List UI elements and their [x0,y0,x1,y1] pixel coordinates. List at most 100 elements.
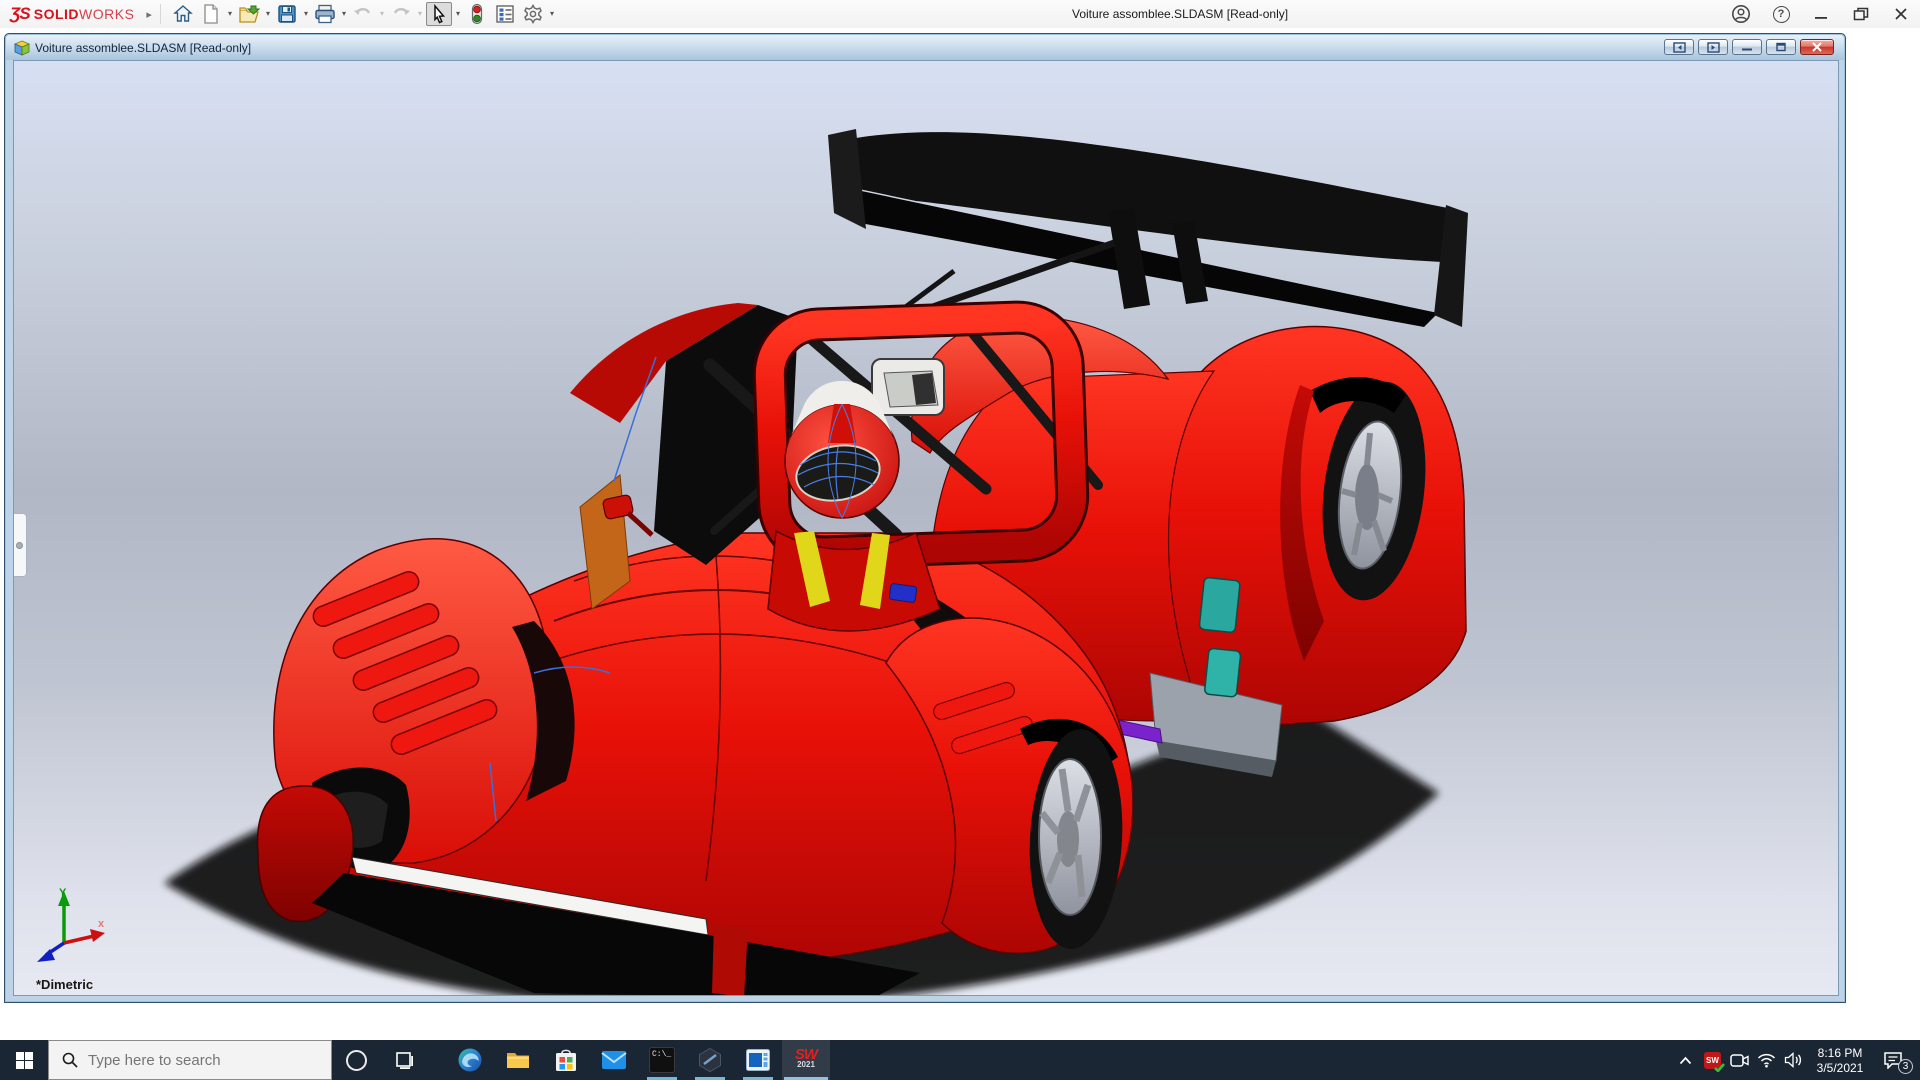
taskbar-app-window-app[interactable] [734,1040,782,1080]
print-button[interactable] [312,2,338,26]
file-explorer-icon [505,1047,531,1073]
tray-time: 8:16 PM [1807,1046,1873,1061]
network-button[interactable] [1753,1040,1780,1080]
select-caret[interactable]: ▾ [453,2,463,26]
properties-list-icon [495,4,515,24]
tray-clock[interactable]: 8:16 PM 3/5/2021 [1807,1045,1873,1076]
tray-chevron-button[interactable] [1672,1040,1699,1080]
doc-close-button[interactable] [1800,39,1834,55]
volume-button[interactable] [1780,1040,1807,1080]
edge-icon [457,1047,483,1073]
new-document-button[interactable] [198,2,224,26]
document-window-controls [1664,39,1834,55]
doc-restore-icon [1775,42,1787,52]
mirror [872,359,944,415]
restore-button[interactable] [1848,2,1874,26]
help-icon: ? [1773,6,1790,23]
new-document-caret[interactable]: ▾ [225,2,235,26]
document-titlebar[interactable]: Voiture assomblee.SLDASM [Read-only] [6,35,1844,60]
graphics-viewport[interactable]: Y x *Dimetric [13,60,1839,996]
feature-manager-collapsed-tab[interactable] [13,513,27,577]
triad-x-label: x [98,918,105,930]
rebuild-button[interactable] [464,2,490,26]
document-title: Voiture assomblee.SLDASM [Read-only] [35,41,251,55]
orientation-triad: Y x [30,885,114,969]
taskbar-app-file-explorer[interactable] [494,1040,542,1080]
wifi-icon [1757,1053,1776,1068]
chevron-up-icon [1679,1056,1692,1065]
pane-right-icon [1707,42,1720,53]
minimize-icon [1814,7,1828,21]
minimize-button[interactable] [1808,2,1834,26]
taskbar-app-edge[interactable] [446,1040,494,1080]
undo-button[interactable] [350,2,376,26]
start-button[interactable] [0,1040,48,1080]
app-titlebar: ƷS SOLID WORKS ▸ ▾ [0,0,1920,28]
home-icon [173,4,193,24]
system-tray: SW [1672,1040,1920,1080]
taskbar-app-command-prompt[interactable]: C:\_ [638,1040,686,1080]
action-center-button[interactable]: 3 [1873,1040,1913,1080]
taskbar-app-solidworks[interactable]: SW 2021 [782,1040,830,1080]
solidworks-logo: ƷS SOLID WORKS [10,4,134,24]
desktop: ƷS SOLID WORKS ▸ ▾ [0,0,1920,1080]
select-tool-button[interactable] [426,2,452,26]
search-input[interactable] [88,1052,308,1069]
redo-caret: ▾ [415,2,425,26]
display-settings-button[interactable] [492,2,518,26]
app-window-controls: ? [1728,0,1914,28]
home-button[interactable] [170,2,196,26]
save-button[interactable] [274,2,300,26]
open-button[interactable] [236,2,262,26]
redo-button[interactable] [388,2,414,26]
doc-minimize-button[interactable] [1732,39,1762,55]
help-button[interactable]: ? [1768,2,1794,26]
menu-expand-arrow-icon[interactable]: ▸ [146,8,152,21]
store-icon [554,1047,578,1073]
taskbar-app-store[interactable] [542,1040,590,1080]
windows-logo-icon [16,1052,33,1069]
pane-previous-button[interactable] [1664,39,1694,55]
doc-minimize-icon [1741,42,1753,52]
meet-now-button[interactable] [1726,1040,1753,1080]
taskbar-search[interactable] [48,1040,332,1080]
save-caret[interactable]: ▾ [301,2,311,26]
pane-left-icon [1673,42,1686,53]
pane-next-button[interactable] [1698,39,1728,55]
cortana-icon [346,1050,367,1071]
taskbar: C:\_ SW 2021 [0,1040,1920,1080]
notification-count-badge: 3 [1898,1059,1913,1074]
doc-restore-button[interactable] [1766,39,1796,55]
green-check-icon [1714,1063,1725,1072]
taskbar-app-dev-hub[interactable] [686,1040,734,1080]
toolbar-divider [160,4,161,24]
task-view-icon [394,1050,414,1070]
triad-y-label: Y [59,887,67,899]
quick-access-toolbar: ▾ ▾ ▾ [169,0,557,28]
open-caret[interactable]: ▾ [263,2,273,26]
search-icon [62,1052,78,1068]
options-caret[interactable]: ▾ [547,2,557,26]
save-icon [277,4,297,24]
undo-icon [352,5,374,23]
cortana-button[interactable] [332,1040,380,1080]
document-window: Voiture assomblee.SLDASM [Read-only] [4,33,1846,1003]
taskbar-app-mail[interactable] [590,1040,638,1080]
new-document-icon [202,4,220,24]
task-view-button[interactable] [380,1040,428,1080]
account-icon [1731,4,1751,24]
command-prompt-icon: C:\_ [649,1047,675,1073]
close-button[interactable] [1888,2,1914,26]
undo-caret: ▾ [377,2,387,26]
print-caret[interactable]: ▾ [339,2,349,26]
gear-icon [523,4,543,24]
tray-date: 3/5/2021 [1807,1061,1873,1076]
solidworks-2021-icon: SW 2021 [795,1050,817,1070]
car-render [14,61,1839,996]
rebuild-traffic-light-icon [470,3,484,25]
speaker-icon [1784,1052,1803,1068]
select-cursor-icon [430,4,448,24]
options-button[interactable] [520,2,546,26]
account-button[interactable] [1728,2,1754,26]
tray-solidworks-monitor[interactable]: SW [1699,1040,1726,1080]
